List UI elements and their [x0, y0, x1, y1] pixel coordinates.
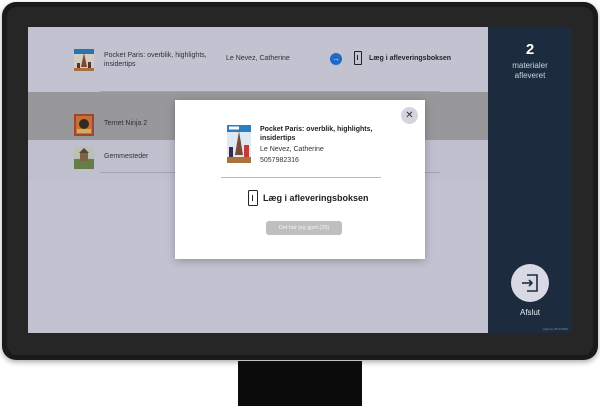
sidebar: 2 materialer afleveret Afslut Vejlevej 2… — [488, 27, 572, 333]
kiosk-screen: Pocket Paris: overblik, highlights, insi… — [28, 27, 572, 333]
modal-divider — [221, 177, 381, 178]
exit-label: Afslut — [519, 308, 540, 317]
stage: Pocket Paris: overblik, highlights, insi… — [0, 0, 600, 406]
returned-count-label: materialer afleveret — [488, 61, 572, 81]
count-label-line2: afleveret — [514, 71, 546, 80]
exit-icon — [522, 274, 538, 292]
exit-button[interactable] — [511, 264, 549, 302]
modal-item-title: Pocket Paris: overblik, highlights, insi… — [260, 126, 373, 142]
close-icon[interactable]: ✕ — [401, 107, 418, 124]
modal-item-author: Le Nevez, Catherine — [260, 146, 324, 153]
modal-item-id: 5057982316 — [260, 157, 299, 164]
footer-tag: Vejlevej 2019 0810 — [542, 327, 568, 331]
monitor-stand — [238, 361, 362, 406]
drop-box-icon — [248, 190, 258, 206]
count-label-line1: materialer — [512, 61, 548, 70]
returned-count: 2 — [525, 41, 535, 58]
book-cover-paris-icon — [227, 125, 251, 163]
modal-instruction: Læg i afleveringsboksen — [263, 193, 369, 203]
done-button[interactable]: Det har jeg gjort (29) — [266, 221, 342, 235]
return-instruction-modal: ✕ Pocket Paris: overblik, highlights, in… — [175, 100, 425, 259]
